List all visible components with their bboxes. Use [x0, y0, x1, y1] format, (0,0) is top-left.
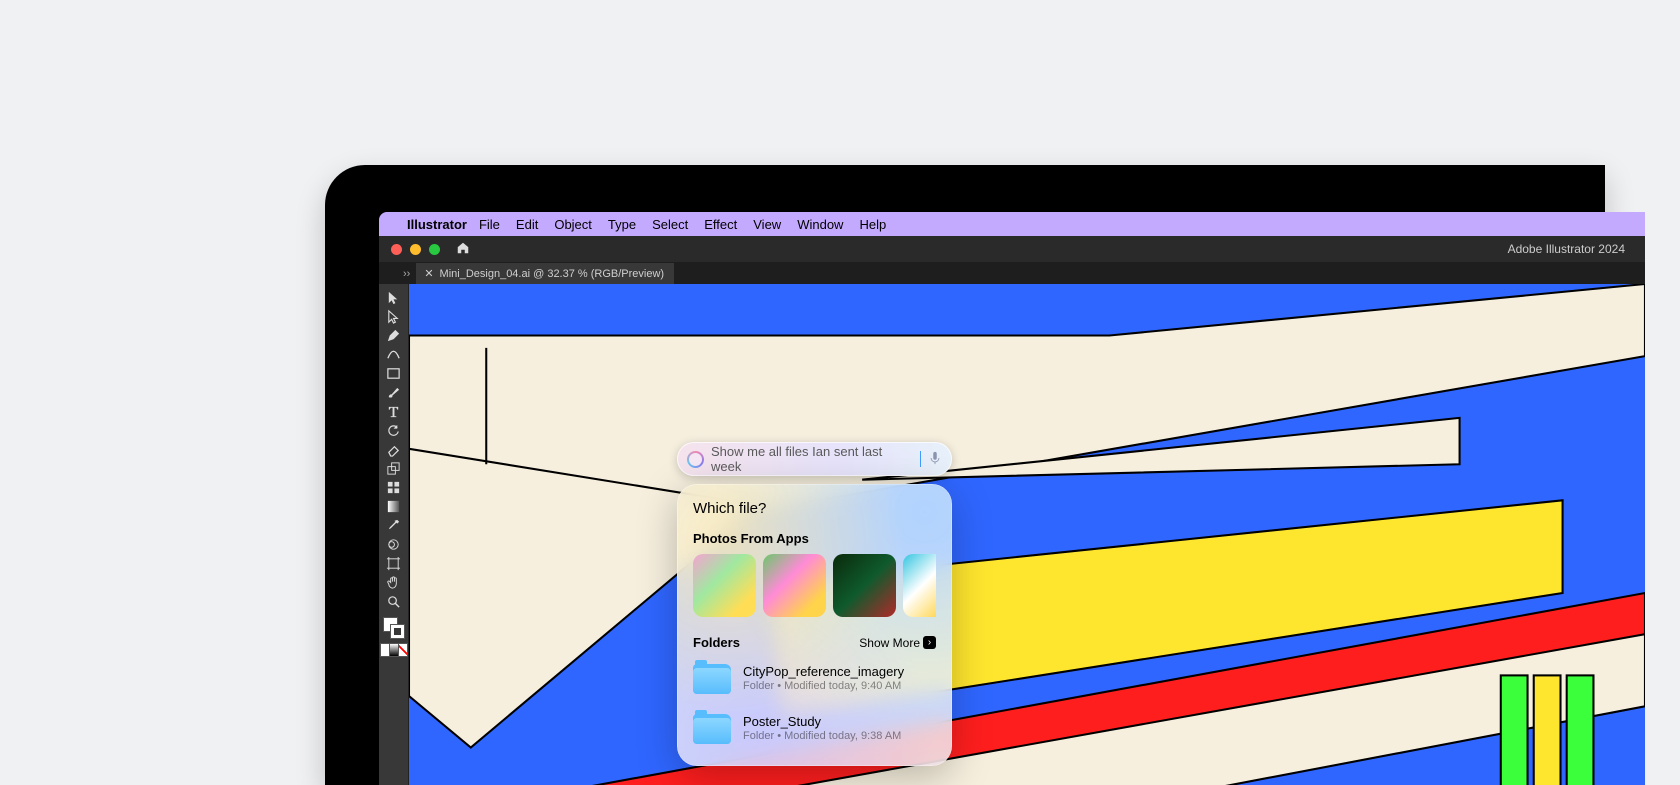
section-label-folders: Folders — [693, 635, 740, 650]
photo-thumbnail[interactable] — [693, 554, 756, 617]
folder-meta: Folder • Modified today, 9:38 AM — [743, 730, 901, 744]
siri-search-field[interactable]: Show me all files Ian sent last week — [677, 442, 952, 476]
blend-tool[interactable] — [379, 535, 409, 554]
document-tabstrip: ›› ✕ Mini_Design_04.ai @ 32.37 % (RGB/Pr… — [379, 262, 1645, 284]
window-controls — [391, 244, 440, 255]
menu-object[interactable]: Object — [554, 217, 592, 232]
close-tab-icon[interactable]: ✕ — [424, 267, 433, 280]
home-button[interactable] — [456, 241, 470, 258]
siri-panel-title: Which file? — [693, 500, 936, 517]
menu-edit[interactable]: Edit — [516, 217, 538, 232]
screen: Illustrator File Edit Object Type Select… — [379, 212, 1645, 785]
text-caret — [920, 451, 921, 467]
show-more-label: Show More — [859, 636, 920, 650]
document-tab[interactable]: ✕ Mini_Design_04.ai @ 32.37 % (RGB/Previ… — [416, 263, 674, 284]
workspace: Show me all files Ian sent last week Whi… — [379, 284, 1645, 785]
rotate-tool[interactable] — [379, 421, 409, 440]
menu-help[interactable]: Help — [859, 217, 886, 232]
zoom-window-button[interactable] — [429, 244, 440, 255]
curvature-tool[interactable] — [379, 345, 409, 364]
microphone-icon[interactable] — [928, 451, 942, 468]
menu-select[interactable]: Select — [652, 217, 688, 232]
siri-query-text: Show me all files Ian sent last week — [711, 444, 913, 474]
close-window-button[interactable] — [391, 244, 402, 255]
folder-result[interactable]: Poster_Study Folder • Modified today, 9:… — [693, 708, 936, 758]
minimize-window-button[interactable] — [410, 244, 421, 255]
tabstrip-overflow-icon[interactable]: ›› — [403, 268, 410, 280]
folder-name: Poster_Study — [743, 714, 901, 730]
width-tool[interactable] — [379, 478, 409, 497]
rectangle-tool[interactable] — [379, 364, 409, 383]
folder-name: CityPop_reference_imagery — [743, 664, 904, 680]
photo-thumbnail[interactable] — [903, 554, 936, 617]
folder-result[interactable]: CityPop_reference_imagery Folder • Modif… — [693, 658, 936, 708]
document-tab-label: Mini_Design_04.ai @ 32.37 % (RGB/Preview… — [440, 268, 665, 280]
tools-panel — [379, 284, 409, 785]
photos-row — [693, 554, 936, 617]
eraser-tool[interactable] — [379, 440, 409, 459]
siri-icon — [687, 451, 704, 468]
chevron-right-icon: › — [923, 636, 936, 649]
app-menu[interactable]: Illustrator — [407, 217, 467, 232]
menu-window[interactable]: Window — [797, 217, 843, 232]
siri-overlay: Show me all files Ian sent last week Whi… — [677, 442, 952, 766]
paintbrush-tool[interactable] — [379, 383, 409, 402]
fill-stroke-swatch[interactable] — [383, 617, 405, 639]
hand-tool[interactable] — [379, 573, 409, 592]
artboard-tool[interactable] — [379, 554, 409, 573]
app-titlebar: Adobe Illustrator 2024 — [379, 236, 1645, 262]
menu-type[interactable]: Type — [608, 217, 636, 232]
photo-thumbnail[interactable] — [763, 554, 826, 617]
scale-tool[interactable] — [379, 459, 409, 478]
siri-results-panel: Which file? Photos From Apps Folders — [677, 484, 952, 766]
show-more-button[interactable]: Show More › — [859, 636, 936, 650]
menu-view[interactable]: View — [753, 217, 781, 232]
folder-icon — [693, 664, 731, 694]
gradient-tool[interactable] — [379, 497, 409, 516]
canvas[interactable]: Show me all files Ian sent last week Whi… — [409, 284, 1645, 785]
section-label-photos: Photos From Apps — [693, 531, 809, 546]
type-tool[interactable] — [379, 402, 409, 421]
draw-mode-toggle[interactable] — [380, 643, 408, 657]
artwork — [409, 284, 1645, 785]
product-label: Adobe Illustrator 2024 — [1508, 242, 1625, 256]
device-frame: Illustrator File Edit Object Type Select… — [325, 165, 1605, 785]
selection-tool[interactable] — [379, 288, 409, 307]
menu-effect[interactable]: Effect — [704, 217, 737, 232]
zoom-tool[interactable] — [379, 592, 409, 611]
eyedropper-tool[interactable] — [379, 516, 409, 535]
menubar: Illustrator File Edit Object Type Select… — [379, 212, 1645, 236]
direct-selection-tool[interactable] — [379, 307, 409, 326]
pen-tool[interactable] — [379, 326, 409, 345]
menu-file[interactable]: File — [479, 217, 500, 232]
photo-thumbnail[interactable] — [833, 554, 896, 617]
folder-meta: Folder • Modified today, 9:40 AM — [743, 680, 904, 694]
